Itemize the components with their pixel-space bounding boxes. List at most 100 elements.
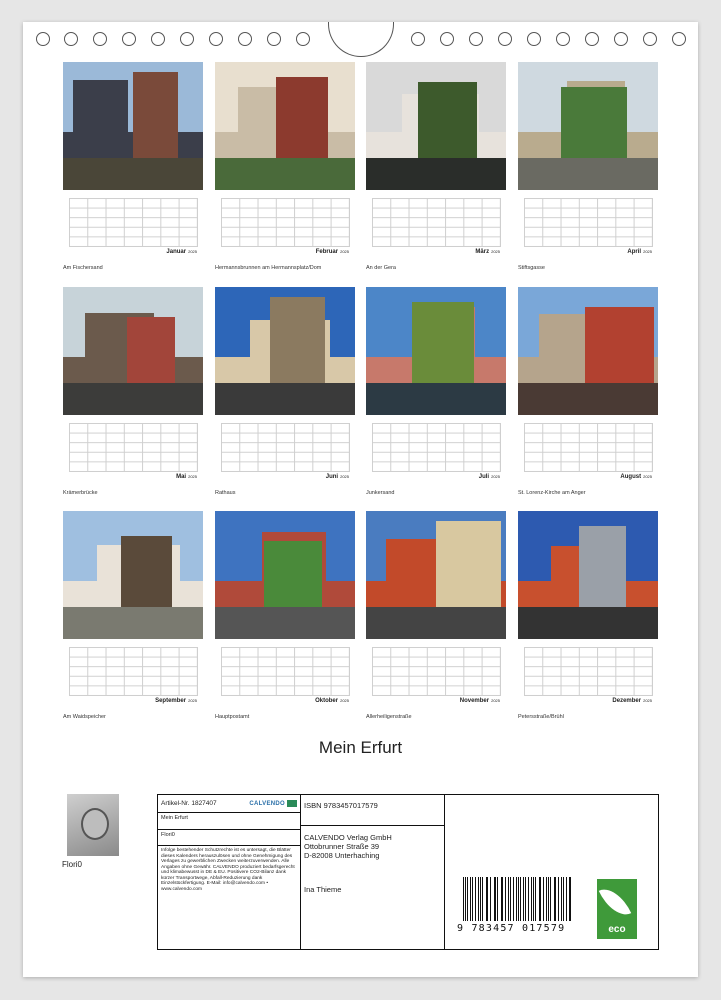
photo-ground bbox=[366, 383, 506, 415]
month-label: Januar bbox=[166, 249, 187, 255]
photo-caption: Am Fischersand bbox=[63, 265, 103, 271]
eco-label: eco bbox=[608, 924, 626, 935]
month-page: März 2025 An der Gera bbox=[366, 62, 506, 277]
brand-logo: CALVENDO bbox=[249, 799, 297, 807]
month-name: Juli 2025 bbox=[479, 474, 500, 480]
month-year: 2025 bbox=[340, 249, 349, 254]
month-photo bbox=[518, 511, 658, 639]
month-page: Mai 2025 Krämerbrücke bbox=[63, 287, 203, 502]
photo-ground bbox=[63, 158, 203, 190]
month-photo bbox=[518, 287, 658, 415]
publisher-name: CALVENDO Verlag GmbH bbox=[304, 833, 392, 842]
month-label: Juli bbox=[478, 474, 490, 480]
month-name: November 2025 bbox=[460, 698, 500, 704]
article-number-row: Artikel-Nr. 1827407 CALVENDO bbox=[158, 795, 300, 813]
info-column-article: Artikel-Nr. 1827407 CALVENDO Mein Erfurt… bbox=[158, 795, 301, 949]
author-name: Flori0 bbox=[62, 860, 83, 869]
month-page: Januar 2025 Am Fischersand bbox=[63, 62, 203, 277]
barcode-bar bbox=[481, 877, 483, 921]
photo-caption: Hermannsbrunnen am Hermannsplatz/Dom bbox=[215, 265, 322, 271]
month-page: Juni 2025 Rathaus bbox=[215, 287, 355, 502]
month-name: September 2025 bbox=[155, 698, 197, 704]
month-name: Dezember 2025 bbox=[612, 698, 652, 704]
month-name: April 2025 bbox=[627, 249, 652, 255]
photo-caption: An der Gera bbox=[366, 265, 396, 271]
photo-ground bbox=[63, 607, 203, 639]
copyright-notice: Infolge bestehender Schutzrechte ist es … bbox=[161, 848, 295, 892]
day-grid bbox=[524, 423, 653, 472]
day-grid bbox=[372, 198, 501, 247]
day-grid bbox=[221, 647, 350, 696]
month-year: 2025 bbox=[643, 249, 652, 254]
brand-mark-icon bbox=[287, 799, 297, 807]
month-name: Mai 2025 bbox=[176, 474, 197, 480]
day-grid bbox=[69, 647, 198, 696]
publisher-address: CALVENDO Verlag GmbH Ottobrunner Straße … bbox=[304, 833, 392, 860]
month-photo bbox=[215, 287, 355, 415]
barcode-bar bbox=[539, 877, 541, 921]
isbn: ISBN 9783457017579 bbox=[304, 801, 378, 810]
barcode-bar bbox=[562, 877, 564, 921]
month-year: 2025 bbox=[491, 474, 500, 479]
photo-ground bbox=[215, 158, 355, 190]
photo-caption: Rathaus bbox=[215, 490, 236, 496]
month-photo bbox=[366, 62, 506, 190]
month-photo bbox=[63, 287, 203, 415]
barcode-bar bbox=[524, 877, 526, 921]
day-grid bbox=[221, 198, 350, 247]
info-column-barcode: 9 783457 017579 eco bbox=[445, 795, 657, 949]
month-name: Oktober 2025 bbox=[315, 698, 349, 704]
month-year: 2025 bbox=[491, 698, 500, 703]
publisher-city: D-82008 Unterhaching bbox=[304, 851, 380, 860]
photo-building bbox=[436, 521, 501, 621]
photo-caption: Allerheiligenstraße bbox=[366, 714, 412, 720]
month-year: 2025 bbox=[188, 249, 197, 254]
photo-ground bbox=[215, 607, 355, 639]
month-label: August bbox=[620, 474, 642, 480]
barcode-bars bbox=[463, 877, 573, 925]
photo-building bbox=[133, 72, 178, 172]
article-number: Artikel-Nr. 1827407 bbox=[161, 800, 217, 807]
author-portrait bbox=[67, 794, 119, 856]
month-photo bbox=[518, 62, 658, 190]
divider bbox=[301, 825, 444, 826]
month-name: Juni 2025 bbox=[326, 474, 349, 480]
day-grid bbox=[524, 647, 653, 696]
month-name: Februar 2025 bbox=[316, 249, 349, 255]
barcode: 9 783457 017579 bbox=[457, 877, 573, 934]
day-grid bbox=[372, 423, 501, 472]
barcode-number: 9 783457 017579 bbox=[457, 923, 566, 934]
photo-ground bbox=[63, 383, 203, 415]
info-column-publisher: ISBN 9783457017579 CALVENDO Verlag GmbH … bbox=[301, 795, 445, 949]
photo-caption: Stiftsgasse bbox=[518, 265, 545, 271]
photo-caption: Hauptpostamt bbox=[215, 714, 250, 720]
day-grid bbox=[372, 647, 501, 696]
publisher-street: Ottobrunner Straße 39 bbox=[304, 842, 380, 851]
month-name: Januar 2025 bbox=[166, 249, 197, 255]
barcode-bar bbox=[553, 877, 555, 921]
month-label: Dezember bbox=[612, 698, 642, 704]
eco-badge: eco bbox=[597, 879, 637, 939]
calendar-author-row: Flori0 bbox=[158, 830, 300, 846]
month-photo bbox=[63, 511, 203, 639]
photo-caption: Am Waidspeicher bbox=[63, 714, 106, 720]
month-page: Oktober 2025 Hauptpostamt bbox=[215, 511, 355, 726]
photo-caption: St. Lorenz-Kirche am Anger bbox=[518, 490, 586, 496]
day-grid bbox=[221, 423, 350, 472]
photo-ground bbox=[366, 158, 506, 190]
photographer-name: Ina Thieme bbox=[304, 885, 342, 894]
photo-ground bbox=[518, 607, 658, 639]
month-page: Juli 2025 Junkersand bbox=[366, 287, 506, 502]
day-grid bbox=[524, 198, 653, 247]
leaf-icon bbox=[598, 882, 632, 922]
barcode-bar bbox=[497, 877, 498, 921]
month-page: August 2025 St. Lorenz-Kirche am Anger bbox=[518, 287, 658, 502]
month-page: Februar 2025 Hermannsbrunnen am Hermannspl… bbox=[215, 62, 355, 277]
month-year: 2025 bbox=[340, 474, 349, 479]
barcode-bar bbox=[470, 877, 471, 921]
photo-caption: Krämerbrücke bbox=[63, 490, 98, 496]
month-photo bbox=[215, 62, 355, 190]
month-year: 2025 bbox=[188, 474, 197, 479]
photo-building bbox=[270, 297, 325, 397]
barcode-bar bbox=[545, 877, 547, 921]
